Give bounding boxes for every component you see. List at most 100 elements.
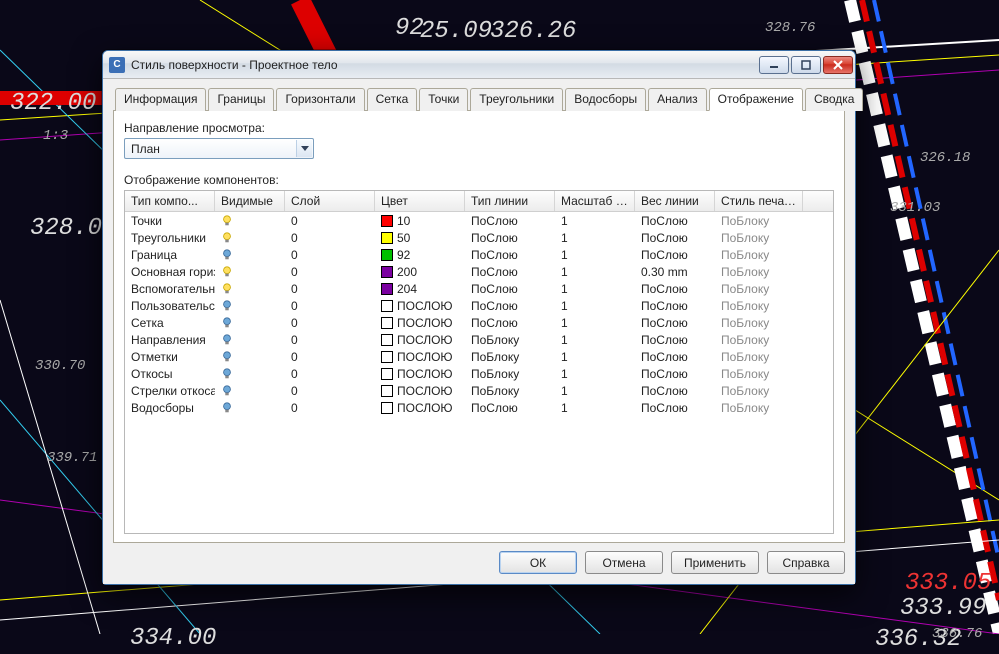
bulb-off-icon[interactable] [221,317,233,329]
grid-cell[interactable]: ПоСлою [635,214,715,228]
grid-cell[interactable]: ПоБлоку [465,333,555,347]
grid-cell[interactable]: ПоСлою [635,282,715,296]
grid-cell[interactable] [215,368,285,380]
grid-cell[interactable]: 1 [555,282,635,296]
grid-cell[interactable]: Стрелки откоса [125,384,215,398]
grid-cell[interactable]: ПОСЛОЮ [375,367,465,381]
grid-cell[interactable]: Пользовательск [125,299,215,313]
grid-cell[interactable]: Отметки [125,350,215,364]
minimize-button[interactable] [759,56,789,74]
grid-cell[interactable]: ПоСлою [635,333,715,347]
column-header[interactable]: Стиль печати [715,191,803,211]
table-row[interactable]: Пользовательск0ПОСЛОЮПоСлою1ПоСлоюПоБлок… [125,297,833,314]
grid-cell[interactable] [215,300,285,312]
bulb-off-icon[interactable] [221,368,233,380]
column-header[interactable]: Цвет [375,191,465,211]
grid-cell[interactable]: ПоСлою [635,367,715,381]
grid-cell[interactable] [215,402,285,414]
tab-Отображение[interactable]: Отображение [709,88,803,111]
color-swatch[interactable] [381,317,393,329]
grid-cell[interactable]: Точки [125,214,215,228]
grid-cell[interactable] [215,215,285,227]
grid-cell[interactable]: 0 [285,282,375,296]
grid-cell[interactable]: 0 [285,316,375,330]
components-grid[interactable]: Тип компо...ВидимыеСлойЦветТип линииМасш… [124,190,834,534]
column-header[interactable]: Тип компо... [125,191,215,211]
grid-cell[interactable]: ПоСлою [465,282,555,296]
grid-cell[interactable]: ПоСлою [635,350,715,364]
grid-cell[interactable]: 1 [555,316,635,330]
grid-cell[interactable]: 1 [555,367,635,381]
grid-cell[interactable]: ПоБлоку [715,384,803,398]
color-swatch[interactable] [381,385,393,397]
bulb-on-icon[interactable] [221,215,233,227]
table-row[interactable]: Вспомогательна0204ПоСлою1ПоСлоюПоБлоку [125,280,833,297]
ok-button[interactable]: ОК [499,551,577,574]
grid-cell[interactable]: ПоБлоку [715,231,803,245]
grid-cell[interactable]: ПОСЛОЮ [375,333,465,347]
grid-cell[interactable]: Откосы [125,367,215,381]
grid-cell[interactable]: 92 [375,248,465,262]
table-row[interactable]: Сетка0ПОСЛОЮПоСлою1ПоСлоюПоБлоку [125,314,833,331]
grid-cell[interactable]: 0 [285,265,375,279]
grid-cell[interactable]: ПоБлоку [715,367,803,381]
tab-Точки[interactable]: Точки [419,88,468,111]
color-swatch[interactable] [381,215,393,227]
table-row[interactable]: Направления0ПОСЛОЮПоБлоку1ПоСлоюПоБлоку [125,331,833,348]
column-header[interactable]: Видимые [215,191,285,211]
bulb-off-icon[interactable] [221,385,233,397]
grid-cell[interactable]: 1 [555,384,635,398]
grid-cell[interactable]: 1 [555,333,635,347]
bulb-on-icon[interactable] [221,232,233,244]
grid-cell[interactable]: 50 [375,231,465,245]
grid-cell[interactable] [215,232,285,244]
grid-cell[interactable]: ПоСлою [465,401,555,415]
grid-cell[interactable]: ПоБлоку [715,333,803,347]
titlebar[interactable]: C Стиль поверхности - Проектное тело [103,51,855,79]
grid-cell[interactable]: 0 [285,231,375,245]
grid-cell[interactable]: 0 [285,367,375,381]
grid-cell[interactable]: ПоСлою [635,248,715,262]
grid-cell[interactable]: 1 [555,214,635,228]
grid-cell[interactable] [215,351,285,363]
help-button[interactable]: Справка [767,551,845,574]
grid-cell[interactable]: 0 [285,248,375,262]
grid-cell[interactable] [215,317,285,329]
grid-cell[interactable]: ПоБлоку [715,401,803,415]
grid-cell[interactable]: ПоБлоку [715,316,803,330]
grid-cell[interactable]: ПоБлоку [715,265,803,279]
grid-cell[interactable]: 1 [555,350,635,364]
column-header[interactable]: Тип линии [465,191,555,211]
tab-Треугольники[interactable]: Треугольники [470,88,563,111]
grid-cell[interactable]: Вспомогательна [125,282,215,296]
bulb-off-icon[interactable] [221,300,233,312]
grid-cell[interactable]: ПоБлоку [465,350,555,364]
color-swatch[interactable] [381,334,393,346]
table-row[interactable]: Треугольники050ПоСлою1ПоСлоюПоБлоку [125,229,833,246]
grid-cell[interactable]: 10 [375,214,465,228]
column-header[interactable]: Масштаб т... [555,191,635,211]
grid-cell[interactable]: ПоСлою [465,265,555,279]
grid-cell[interactable] [215,249,285,261]
tab-Сетка[interactable]: Сетка [367,88,418,111]
color-swatch[interactable] [381,402,393,414]
grid-cell[interactable]: 204 [375,282,465,296]
grid-cell[interactable]: ПоБлоку [715,214,803,228]
table-row[interactable]: Стрелки откоса0ПОСЛОЮПоБлоку1ПоСлоюПоБло… [125,382,833,399]
tab-Анализ[interactable]: Анализ [648,88,707,111]
grid-cell[interactable]: ПоСлою [465,299,555,313]
table-row[interactable]: Водосборы0ПОСЛОЮПоСлою1ПоСлоюПоБлоку [125,399,833,416]
grid-cell[interactable]: 0 [285,401,375,415]
color-swatch[interactable] [381,232,393,244]
grid-cell[interactable]: ПоСлою [635,316,715,330]
apply-button[interactable]: Применить [671,551,759,574]
grid-cell[interactable]: ПоСлою [635,401,715,415]
color-swatch[interactable] [381,249,393,261]
grid-cell[interactable]: 0 [285,350,375,364]
bulb-off-icon[interactable] [221,351,233,363]
bulb-on-icon[interactable] [221,266,233,278]
grid-cell[interactable]: Сетка [125,316,215,330]
tab-Водосборы[interactable]: Водосборы [565,88,646,111]
grid-cell[interactable] [215,283,285,295]
grid-cell[interactable]: 0 [285,299,375,313]
